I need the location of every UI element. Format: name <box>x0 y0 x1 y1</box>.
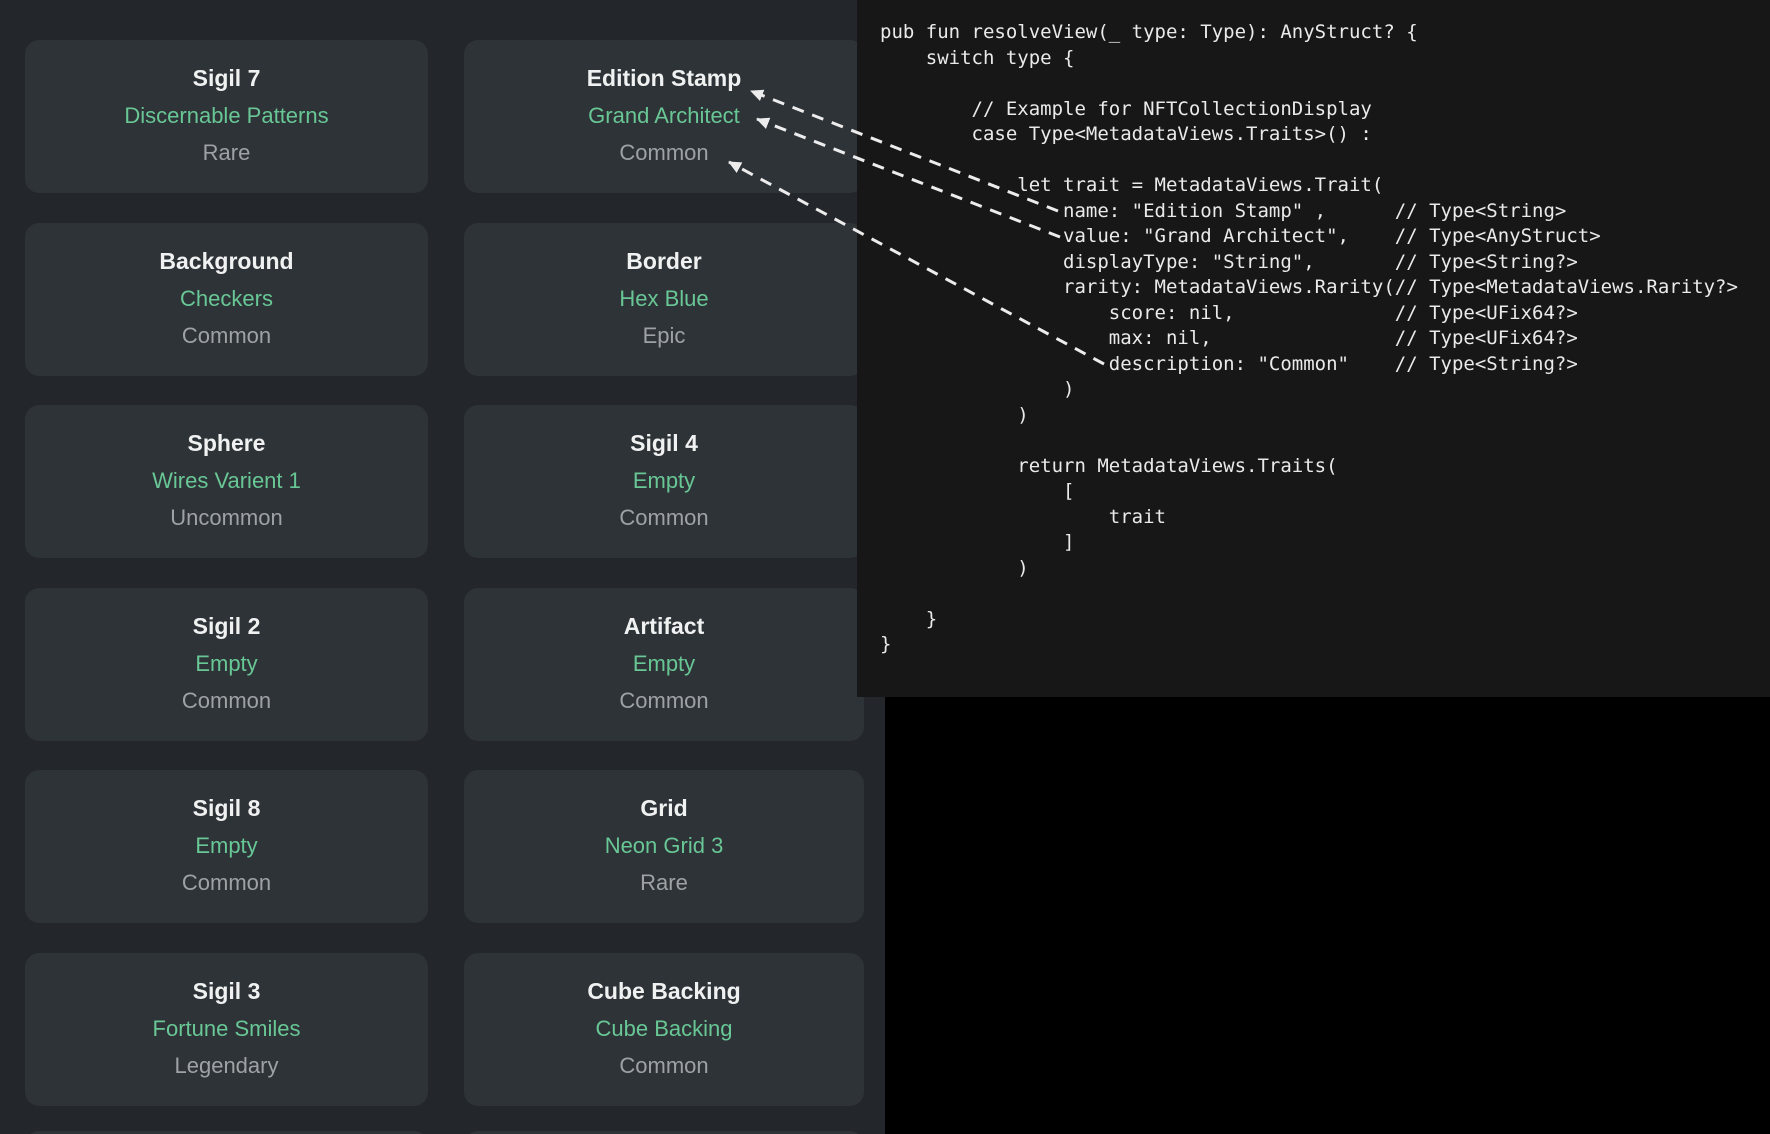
trait-card: Sigil 8 Empty Common <box>25 770 428 923</box>
code-line: ) <box>880 403 1770 429</box>
app-viewport: Sigil 7 Discernable Patterns Rare Editio… <box>0 0 1770 1134</box>
trait-rarity-label: Common <box>25 682 428 719</box>
code-line: return MetadataViews.Traits( <box>880 454 1770 480</box>
trait-value-label: Empty <box>25 827 428 864</box>
code-line: ) <box>880 377 1770 403</box>
code-line <box>880 148 1770 174</box>
trait-name-label: Border <box>464 243 864 280</box>
trait-name-label: Sigil 8 <box>25 790 428 827</box>
code-line: ] <box>880 530 1770 556</box>
trait-card: Sigil 4 Empty Common <box>464 405 864 558</box>
trait-value-label: Discernable Patterns <box>25 97 428 134</box>
code-line <box>880 581 1770 607</box>
trait-value-label: Neon Grid 3 <box>464 827 864 864</box>
trait-name-label: Artifact <box>464 608 864 645</box>
trait-name-label: Sigil 7 <box>25 60 428 97</box>
code-line: switch type { <box>880 46 1770 72</box>
trait-name-label: Sigil 3 <box>25 973 428 1010</box>
trait-name-label: Edition Stamp <box>464 60 864 97</box>
trait-value-label: Grand Architect <box>464 97 864 134</box>
trait-card: Cube Backing Cube Backing Common <box>464 953 864 1106</box>
trait-value-label: Cube Backing <box>464 1010 864 1047</box>
trait-card: Edition Stamp Grand Architect Common <box>464 40 864 193</box>
code-line: case Type<MetadataViews.Traits>() : <box>880 122 1770 148</box>
code-line: pub fun resolveView(_ type: Type): AnySt… <box>880 20 1770 46</box>
trait-card: Sigil 2 Empty Common <box>25 588 428 741</box>
trait-value-label: Empty <box>25 645 428 682</box>
code-line: trait <box>880 505 1770 531</box>
code-line: max: nil, // Type<UFix64?> <box>880 326 1770 352</box>
trait-value-label: Hex Blue <box>464 280 864 317</box>
code-line: displayType: "String", // Type<String?> <box>880 250 1770 276</box>
code-line: ) <box>880 556 1770 582</box>
trait-value-label: Wires Varient 1 <box>25 462 428 499</box>
code-line: } <box>880 607 1770 633</box>
code-line: // Example for NFTCollectionDisplay <box>880 97 1770 123</box>
code-panel: pub fun resolveView(_ type: Type): AnySt… <box>857 0 1770 697</box>
trait-card: Sigil 7 Discernable Patterns Rare <box>25 40 428 193</box>
trait-rarity-label: Legendary <box>25 1047 428 1084</box>
code-line: [ <box>880 479 1770 505</box>
trait-card: Border Hex Blue Epic <box>464 223 864 376</box>
trait-rarity-label: Common <box>464 682 864 719</box>
trait-rarity-label: Epic <box>464 317 864 354</box>
code-line: rarity: MetadataViews.Rarity(// Type<Met… <box>880 275 1770 301</box>
trait-name-label: Background <box>25 243 428 280</box>
trait-rarity-label: Rare <box>25 134 428 171</box>
trait-value-label: Fortune Smiles <box>25 1010 428 1047</box>
trait-rarity-label: Common <box>25 317 428 354</box>
trait-name-label: Sigil 4 <box>464 425 864 462</box>
trait-rarity-label: Common <box>464 499 864 536</box>
code-line: description: "Common" // Type<String?> <box>880 352 1770 378</box>
trait-rarity-label: Common <box>25 864 428 901</box>
trait-name-label: Sigil 2 <box>25 608 428 645</box>
trait-rarity-label: Common <box>464 1047 864 1084</box>
trait-name-label: Cube Backing <box>464 973 864 1010</box>
trait-value-label: Empty <box>464 462 864 499</box>
trait-card: Background Checkers Common <box>25 223 428 376</box>
code-line: value: "Grand Architect", // Type<AnyStr… <box>880 224 1770 250</box>
trait-value-label: Checkers <box>25 280 428 317</box>
trait-rarity-label: Common <box>464 134 864 171</box>
trait-name-label: Grid <box>464 790 864 827</box>
trait-name-label: Sphere <box>25 425 428 462</box>
code-line: } <box>880 632 1770 658</box>
code-block: pub fun resolveView(_ type: Type): AnySt… <box>880 20 1770 658</box>
traits-panel: Sigil 7 Discernable Patterns Rare Editio… <box>0 0 885 1134</box>
code-line <box>880 71 1770 97</box>
trait-card: Sphere Wires Varient 1 Uncommon <box>25 405 428 558</box>
trait-value-label: Empty <box>464 645 864 682</box>
trait-rarity-label: Rare <box>464 864 864 901</box>
code-line: let trait = MetadataViews.Trait( <box>880 173 1770 199</box>
trait-card: Grid Neon Grid 3 Rare <box>464 770 864 923</box>
code-line <box>880 428 1770 454</box>
code-line: name: "Edition Stamp" , // Type<String> <box>880 199 1770 225</box>
code-line: score: nil, // Type<UFix64?> <box>880 301 1770 327</box>
trait-rarity-label: Uncommon <box>25 499 428 536</box>
trait-card: Artifact Empty Common <box>464 588 864 741</box>
trait-card: Sigil 3 Fortune Smiles Legendary <box>25 953 428 1106</box>
